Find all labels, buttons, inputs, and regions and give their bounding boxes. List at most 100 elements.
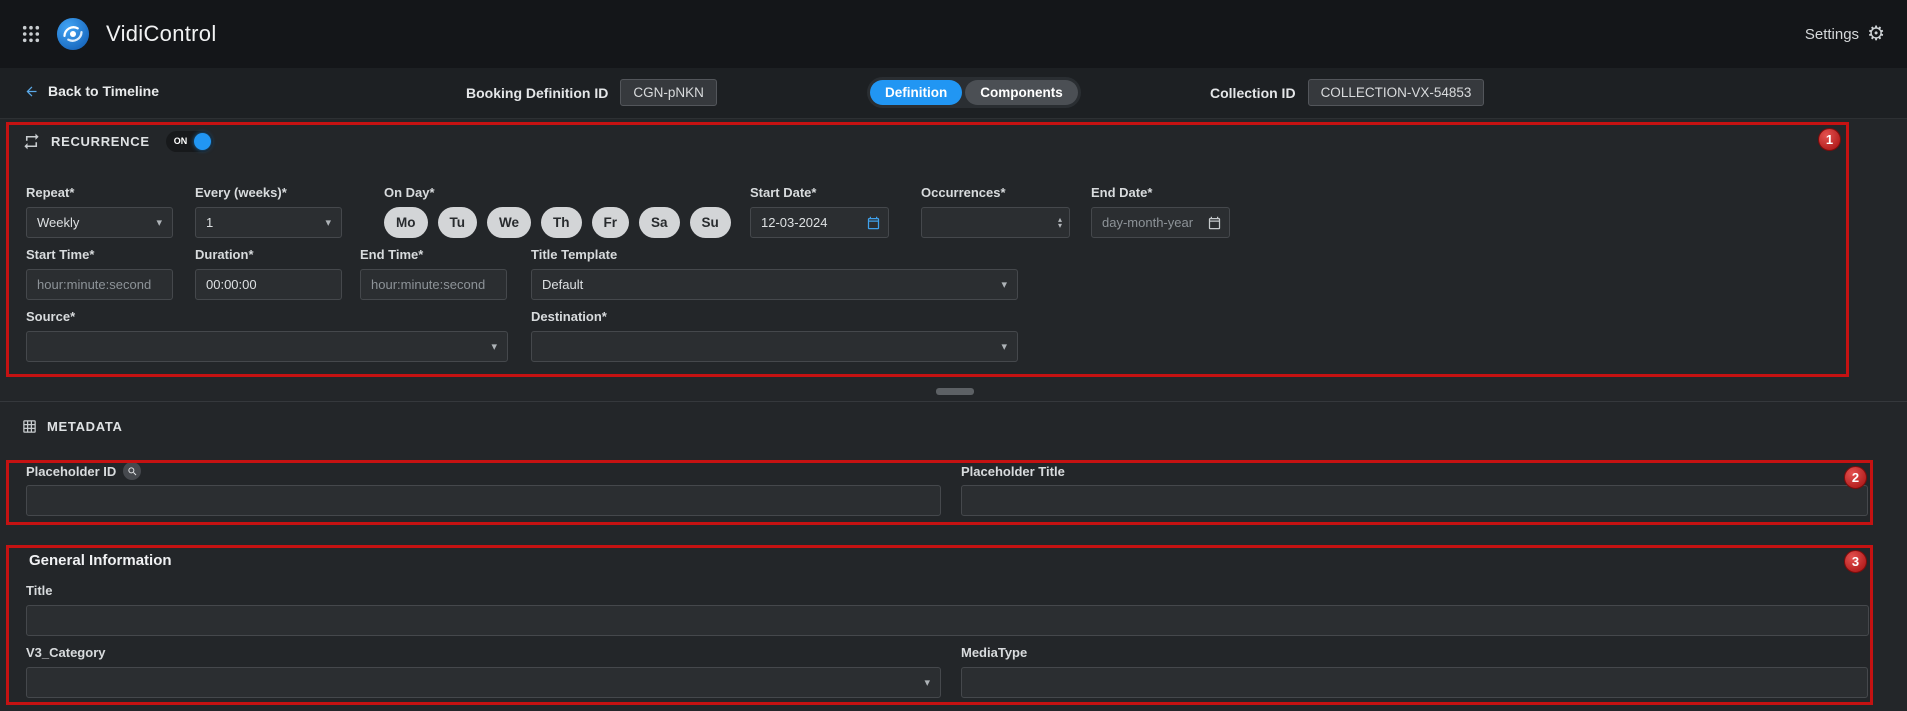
title-field: Title bbox=[26, 583, 1869, 636]
occurrences-label: Occurrences* bbox=[921, 185, 1070, 200]
grid-icon bbox=[22, 419, 37, 434]
occurrences-input[interactable] bbox=[921, 207, 1070, 238]
collection-id-value: COLLECTION-VX-54853 bbox=[1308, 79, 1485, 106]
back-to-timeline-label: Back to Timeline bbox=[48, 83, 159, 99]
annotation-badge-3: 3 bbox=[1844, 550, 1867, 573]
title-template-label: Title Template bbox=[531, 247, 1018, 262]
on-day-field: On Day* Mo Tu We Th Fr Sa Su bbox=[384, 185, 731, 238]
occurrences-stepper[interactable]: ▴ ▾ bbox=[1058, 217, 1062, 229]
chevron-down-icon: ▾ bbox=[1001, 340, 1007, 353]
placeholder-title-input[interactable] bbox=[961, 485, 1868, 516]
repeat-field: Repeat* Weekly ▾ bbox=[26, 185, 173, 238]
recurrence-title: RECURRENCE bbox=[51, 134, 150, 149]
day-picker: Mo Tu We Th Fr Sa Su bbox=[384, 207, 731, 238]
calendar-icon[interactable] bbox=[866, 215, 881, 230]
source-select[interactable]: ▾ bbox=[26, 331, 508, 362]
end-time-field: End Time* bbox=[360, 247, 507, 300]
view-toggle: Definition Components bbox=[867, 77, 1081, 108]
day-pill-tu[interactable]: Tu bbox=[438, 207, 478, 238]
placeholder-id-field: Placeholder ID bbox=[26, 462, 941, 516]
settings-label: Settings bbox=[1805, 26, 1859, 43]
every-weeks-value: 1 bbox=[206, 215, 213, 230]
recurrence-toggle[interactable]: ON bbox=[166, 131, 213, 152]
duration-label: Duration* bbox=[195, 247, 342, 262]
section-divider bbox=[0, 401, 1907, 402]
day-pill-mo[interactable]: Mo bbox=[384, 207, 428, 238]
chevron-down-icon: ▾ bbox=[1058, 223, 1062, 229]
collection-id-group: Collection ID COLLECTION-VX-54853 bbox=[1210, 79, 1484, 106]
source-label: Source* bbox=[26, 309, 508, 324]
placeholder-title-label: Placeholder Title bbox=[961, 464, 1065, 479]
every-weeks-field: Every (weeks)* 1 ▾ bbox=[195, 185, 342, 238]
end-date-label: End Date* bbox=[1091, 185, 1230, 200]
every-weeks-select[interactable]: 1 ▾ bbox=[195, 207, 342, 238]
chevron-down-icon: ▾ bbox=[156, 216, 162, 229]
every-weeks-label: Every (weeks)* bbox=[195, 185, 342, 200]
repeat-label: Repeat* bbox=[26, 185, 173, 200]
placeholder-id-input[interactable] bbox=[26, 485, 941, 516]
arrow-left-icon bbox=[24, 84, 39, 99]
start-time-field: Start Time* bbox=[26, 247, 173, 300]
chevron-down-icon: ▾ bbox=[325, 216, 331, 229]
media-type-input[interactable] bbox=[961, 667, 1868, 698]
destination-select[interactable]: ▾ bbox=[531, 331, 1018, 362]
repeat-select[interactable]: Weekly ▾ bbox=[26, 207, 173, 238]
collection-id-label: Collection ID bbox=[1210, 85, 1296, 101]
destination-field: Destination* ▾ bbox=[531, 309, 1018, 362]
annotation-badge-1: 1 bbox=[1818, 128, 1841, 151]
placeholder-title-field: Placeholder Title bbox=[961, 462, 1868, 516]
day-pill-fr[interactable]: Fr bbox=[592, 207, 630, 238]
search-icon[interactable] bbox=[123, 462, 141, 480]
annotation-badge-2: 2 bbox=[1844, 466, 1867, 489]
settings-button[interactable]: Settings ⚙ bbox=[1805, 24, 1885, 44]
day-pill-sa[interactable]: Sa bbox=[639, 207, 680, 238]
end-date-field: End Date* bbox=[1091, 185, 1230, 238]
recurrence-header: RECURRENCE ON bbox=[22, 131, 213, 152]
back-to-timeline-link[interactable]: Back to Timeline bbox=[24, 83, 159, 99]
app-launcher-icon[interactable] bbox=[22, 25, 40, 43]
general-information-heading: General Information bbox=[29, 552, 172, 569]
app-title: VidiControl bbox=[106, 21, 217, 47]
repeat-value: Weekly bbox=[37, 215, 79, 230]
calendar-icon[interactable] bbox=[1207, 215, 1222, 230]
splitter-handle[interactable] bbox=[936, 388, 974, 395]
title-template-field: Title Template Default ▾ bbox=[531, 247, 1018, 300]
chevron-down-icon: ▾ bbox=[491, 340, 497, 353]
booking-definition-value: CGN-pNKN bbox=[620, 79, 717, 106]
booking-definition-group: Booking Definition ID CGN-pNKN bbox=[466, 79, 717, 106]
day-pill-su[interactable]: Su bbox=[690, 207, 731, 238]
start-date-label: Start Date* bbox=[750, 185, 889, 200]
occurrences-field: Occurrences* ▴ ▾ bbox=[921, 185, 1070, 238]
chevron-down-icon: ▾ bbox=[924, 676, 930, 689]
day-pill-we[interactable]: We bbox=[487, 207, 531, 238]
day-pill-th[interactable]: Th bbox=[541, 207, 582, 238]
title-template-select[interactable]: Default ▾ bbox=[531, 269, 1018, 300]
title-input[interactable] bbox=[26, 605, 1869, 636]
source-field: Source* ▾ bbox=[26, 309, 508, 362]
start-time-input[interactable] bbox=[26, 269, 173, 300]
chevron-down-icon: ▾ bbox=[1001, 278, 1007, 291]
title-label: Title bbox=[26, 583, 1869, 598]
start-time-label: Start Time* bbox=[26, 247, 173, 262]
title-template-value: Default bbox=[542, 277, 583, 292]
end-time-input[interactable] bbox=[360, 269, 507, 300]
v3-category-field: V3_Category ▾ bbox=[26, 645, 941, 698]
v3-category-select[interactable]: ▾ bbox=[26, 667, 941, 698]
media-type-label: MediaType bbox=[961, 645, 1868, 660]
repeat-icon bbox=[22, 132, 41, 151]
on-day-label: On Day* bbox=[384, 185, 731, 200]
vidicontrol-logo-icon bbox=[56, 17, 90, 51]
tab-definition[interactable]: Definition bbox=[870, 80, 962, 105]
booking-definition-label: Booking Definition ID bbox=[466, 85, 608, 101]
toggle-on-label: ON bbox=[174, 131, 188, 152]
tab-components[interactable]: Components bbox=[965, 80, 1078, 105]
vidicontrol-app: VidiControl Settings ⚙ Back to Timeline … bbox=[0, 0, 1907, 711]
toolbar: Back to Timeline Booking Definition ID C… bbox=[0, 68, 1907, 119]
start-date-field: Start Date* bbox=[750, 185, 889, 238]
duration-field: Duration* bbox=[195, 247, 342, 300]
gear-icon: ⚙ bbox=[1867, 24, 1885, 44]
end-time-label: End Time* bbox=[360, 247, 507, 262]
duration-input[interactable] bbox=[195, 269, 342, 300]
metadata-header: METADATA bbox=[22, 419, 123, 434]
placeholder-id-label: Placeholder ID bbox=[26, 464, 116, 479]
